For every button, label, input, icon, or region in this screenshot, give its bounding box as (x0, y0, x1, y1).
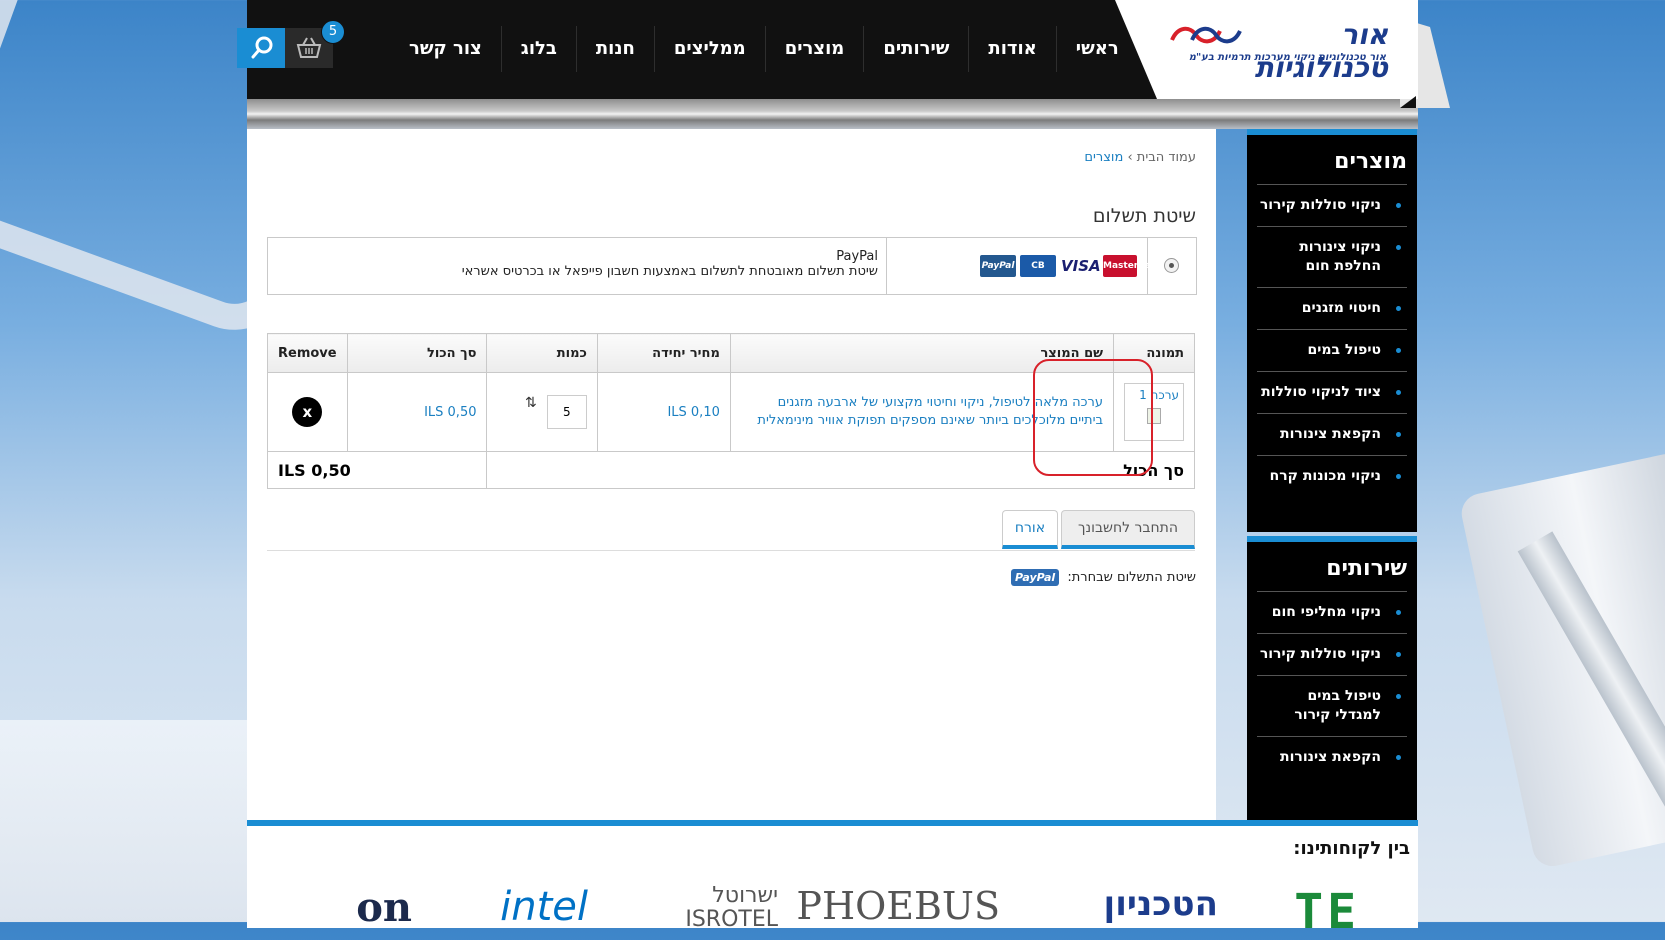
cell-remove: x (267, 372, 348, 452)
refresh-icon[interactable]: ⇅ (525, 395, 537, 411)
chosen-payment-label: שיטת התשלום שבחרת: (1067, 570, 1196, 585)
nav-item-testimonials[interactable]: ממליצים (653, 26, 765, 72)
unit-price: ILS 0,10 (667, 404, 720, 420)
header-remove: Remove (267, 333, 348, 373)
client-logo-intel: intel (500, 884, 588, 930)
cell-quantity: 5 ⇅ (486, 372, 598, 452)
nav-item-blog[interactable]: בלוג (500, 26, 576, 72)
breadcrumb-current[interactable]: מוצרים (1084, 150, 1123, 165)
tab-guest[interactable]: אורח (1002, 510, 1058, 549)
line-total: ILS 0,50 (424, 404, 477, 420)
visa-icon: VISA (1061, 255, 1101, 277)
paypal-card-icon: PayPal (980, 255, 1016, 277)
background-tank (0, 720, 248, 922)
logo-title[interactable]: אור טכנולוגיות (1232, 18, 1388, 84)
payment-method-title: שיטת תשלום (1092, 205, 1196, 227)
search-button[interactable] (237, 28, 285, 68)
sidebar-item-ice-machines[interactable]: ניקוי מכונות קרח (1257, 455, 1407, 497)
client-logo-technion: הטכניון (1103, 884, 1218, 924)
clients-footer: בין לקוחותינו: TE הטכניון PHOEBUS ישרוטל… (247, 820, 1418, 940)
cell-total: ILS 0,50 (346, 372, 488, 452)
tab-login[interactable]: התחבר לחשבונך (1061, 510, 1195, 549)
sidebar-item-heat-exchangers[interactable]: ניקוי מחליפי חום (1257, 591, 1407, 633)
cb-card-icon: CB (1020, 255, 1056, 277)
nav-item-services[interactable]: שירותים (863, 26, 968, 72)
logo-subtitle: אור טכנולוגיות ניקוי מערכות תרמיות בע"מ (1188, 52, 1386, 63)
sidebar-item-heat-exchange-pipes[interactable]: ניקוי צינורות החלפת חום (1257, 226, 1407, 287)
nav-item-contact[interactable]: צור קשר (390, 26, 501, 72)
client-logo-te: TE (1294, 884, 1360, 940)
highlight-annotation (1033, 359, 1153, 476)
sidebar-item-coil-equipment[interactable]: ציוד לניקוי סוללות (1257, 371, 1407, 413)
payment-method-name: PayPal (836, 249, 878, 264)
grand-total-value: ILS 0,50 (266, 451, 488, 489)
client-logo-isrotel: ישרוטל ISROTEL (685, 883, 778, 932)
remove-item-button[interactable]: x (292, 397, 323, 427)
nav-item-about[interactable]: אודות (968, 26, 1055, 72)
nav-item-home[interactable]: ראשי (1055, 26, 1138, 72)
header-unit-price: מחיר יחידה (596, 333, 731, 373)
client-logo-partial: on (356, 884, 412, 931)
payment-text: PayPal שיטת תשלום מאובטחת לתשלום באמצעות… (278, 249, 878, 279)
sidebar-item-cooling-coils[interactable]: ניקוי סוללות קירור (1257, 633, 1407, 675)
sidebar-products-title: מוצרים (1334, 149, 1407, 174)
payment-method-description: שיטת תשלום מאובטחת לתשלום באמצעות חשבון … (461, 264, 878, 279)
sidebar-item-coil-cleaning[interactable]: ניקוי סוללות קירור (1257, 184, 1407, 226)
paypal-radio[interactable] (1164, 258, 1179, 273)
cell-unit-price: ILS 0,10 (596, 372, 731, 452)
search-icon (251, 36, 273, 59)
payment-method-box: MasterCard VISA CB PayPal PayPal שיטת תש… (267, 237, 1197, 295)
breadcrumb-home[interactable]: עמוד הבית (1137, 150, 1196, 165)
checkout-tabs: התחבר לחשבונך אורח (267, 510, 1195, 551)
payment-cards-cell: MasterCard VISA CB PayPal (886, 238, 1162, 294)
nav-item-shop[interactable]: חנות (575, 26, 654, 72)
chosen-payment: שיטת התשלום שבחרת: PayPal (1011, 569, 1196, 586)
sidebar-item-cooling-tower-water[interactable]: טיפול במים למגדלי קירור (1257, 675, 1407, 736)
nav-item-products[interactable]: מוצרים (764, 26, 864, 72)
header-quantity: כמות (486, 333, 598, 373)
main-content: עמוד הבית › מוצרים שיטת תשלום MasterCard… (247, 129, 1216, 820)
breadcrumb-separator: › (1127, 150, 1133, 165)
sidebar-item-water-treatment[interactable]: טיפול במים (1257, 329, 1407, 371)
cart-count-badge: 5 (321, 20, 345, 44)
sidebar-services-title: שירותים (1326, 556, 1407, 581)
clients-title: בין לקוחותינו: (1293, 838, 1410, 859)
header-banner-strip (247, 99, 1418, 129)
sidebar-services: שירותים ניקוי מחליפי חום ניקוי סוללות קי… (1247, 536, 1417, 826)
paypal-badge-icon: PayPal (1011, 569, 1060, 586)
client-logo-phoebus: PHOEBUS (796, 884, 1000, 928)
sidebar-item-ac-disinfection[interactable]: חיטוי מזגנים (1257, 287, 1407, 329)
sidebar-item-pipe-freezing[interactable]: הקפאת צינורות (1257, 413, 1407, 455)
header-total: סך הכול (346, 333, 488, 373)
sidebar-item-pipe-freezing-service[interactable]: הקפאת צינורות (1257, 736, 1407, 778)
sidebar-products: מוצרים ניקוי סוללות קירור ניקוי צינורות … (1247, 129, 1417, 532)
main-nav: ראשי אודות שירותים מוצרים ממליצים חנות ב… (390, 26, 1138, 72)
quantity-input[interactable]: 5 (546, 395, 587, 429)
mastercard-icon: MasterCard (1103, 255, 1162, 277)
breadcrumb: עמוד הבית › מוצרים (1084, 150, 1196, 165)
background-pipe-right (1458, 450, 1665, 870)
